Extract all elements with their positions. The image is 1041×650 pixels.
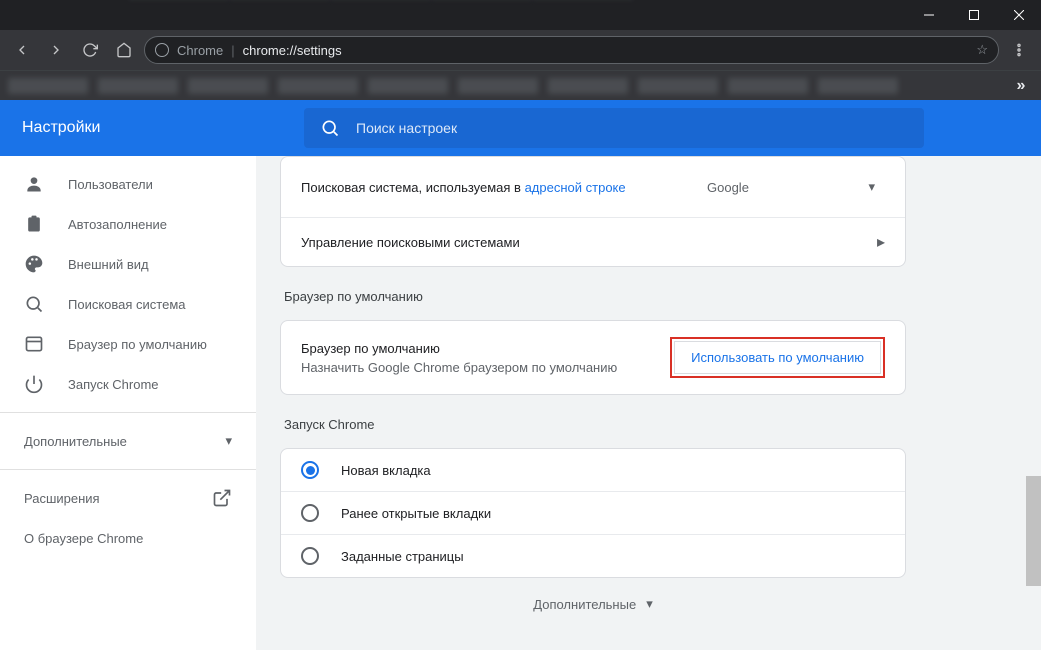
default-browser-card: Браузер по умолчанию Назначить Google Ch… bbox=[280, 320, 906, 395]
sidebar-label: Браузер по умолчанию bbox=[68, 337, 207, 352]
window-maximize-button[interactable] bbox=[951, 0, 996, 30]
startup-card: Новая вкладка Ранее открытые вкладки Зад… bbox=[280, 448, 906, 578]
address-bar[interactable]: Chrome | chrome://settings ☆ bbox=[144, 36, 999, 64]
settings-search[interactable] bbox=[304, 108, 924, 148]
reload-button[interactable] bbox=[76, 36, 104, 64]
advanced-toggle[interactable]: Дополнительные ▾ bbox=[280, 578, 906, 616]
radio-button[interactable] bbox=[301, 547, 319, 565]
bookmark-item[interactable] bbox=[278, 78, 358, 94]
radio-label: Новая вкладка bbox=[341, 463, 431, 478]
sidebar-separator bbox=[0, 412, 256, 413]
startup-option[interactable]: Заданные страницы bbox=[281, 534, 905, 577]
section-title-default-browser: Браузер по умолчанию bbox=[280, 267, 906, 320]
bookmarks-overflow[interactable]: » bbox=[1009, 77, 1033, 95]
search-engine-row: Поисковая система, используемая в адресн… bbox=[281, 157, 905, 217]
sidebar-label: Внешний вид bbox=[68, 257, 149, 272]
search-engine-card: Поисковая система, используемая в адресн… bbox=[280, 156, 906, 267]
chevron-down-icon: ▾ bbox=[225, 433, 232, 449]
home-button[interactable] bbox=[110, 36, 138, 64]
row-text: Поисковая система, используемая в адресн… bbox=[301, 180, 626, 195]
sidebar-label: Дополнительные bbox=[24, 434, 127, 449]
radio-button[interactable] bbox=[301, 461, 319, 479]
row-text: Управление поисковыми системами bbox=[301, 235, 520, 250]
search-icon bbox=[320, 118, 340, 138]
bookmark-item[interactable] bbox=[728, 78, 808, 94]
settings-header: Настройки bbox=[0, 100, 1041, 156]
bookmark-item[interactable] bbox=[638, 78, 718, 94]
sidebar-item-people[interactable]: Пользователи bbox=[0, 164, 256, 204]
bookmarks-bar: » bbox=[0, 70, 1041, 100]
row-title: Браузер по умолчанию bbox=[301, 341, 617, 356]
palette-icon bbox=[24, 254, 44, 274]
sidebar-item-default-browser[interactable]: Браузер по умолчанию bbox=[0, 324, 256, 364]
sidebar-label: О браузере Chrome bbox=[24, 531, 143, 546]
search-icon bbox=[24, 294, 44, 314]
address-bar-link[interactable]: адресной строке bbox=[525, 180, 626, 195]
back-button[interactable] bbox=[8, 36, 36, 64]
chrome-icon bbox=[155, 43, 169, 57]
bookmark-item[interactable] bbox=[818, 78, 898, 94]
browser-toolbar: Chrome | chrome://settings ☆ bbox=[0, 30, 1041, 70]
bookmark-item[interactable] bbox=[548, 78, 628, 94]
sidebar-label: Поисковая система bbox=[68, 297, 186, 312]
row-subtitle: Назначить Google Chrome браузером по умо… bbox=[301, 360, 617, 375]
sidebar-item-startup[interactable]: Запуск Chrome bbox=[0, 364, 256, 404]
chevron-down-icon: ▾ bbox=[868, 179, 875, 195]
window-titlebar: GeekHacker.ru × Настройки × + bbox=[0, 0, 1041, 30]
sidebar-separator bbox=[0, 469, 256, 470]
default-browser-row: Браузер по умолчанию Назначить Google Ch… bbox=[281, 321, 905, 394]
external-link-icon bbox=[212, 488, 232, 508]
window-close-button[interactable] bbox=[996, 0, 1041, 30]
bookmark-item[interactable] bbox=[8, 78, 88, 94]
scrollbar-thumb[interactable] bbox=[1026, 476, 1041, 586]
search-input[interactable] bbox=[356, 120, 908, 136]
chevron-down-icon: ▾ bbox=[646, 596, 653, 612]
sidebar-item-advanced[interactable]: Дополнительные ▾ bbox=[0, 421, 256, 461]
forward-button[interactable] bbox=[42, 36, 70, 64]
clipboard-icon bbox=[24, 214, 44, 234]
section-title-startup: Запуск Chrome bbox=[280, 395, 906, 448]
chevron-right-icon: ▸ bbox=[877, 232, 885, 252]
url-text: chrome://settings bbox=[243, 43, 342, 58]
sidebar-label: Запуск Chrome bbox=[68, 377, 159, 392]
settings-sidebar: Пользователи Автозаполнение Внешний вид … bbox=[0, 156, 256, 650]
sidebar-label: Расширения bbox=[24, 491, 100, 506]
settings-content: Поисковая система, используемая в адресн… bbox=[256, 156, 1041, 650]
radio-button[interactable] bbox=[301, 504, 319, 522]
make-default-button[interactable]: Использовать по умолчанию bbox=[674, 341, 881, 374]
radio-label: Заданные страницы bbox=[341, 549, 464, 564]
radio-label: Ранее открытые вкладки bbox=[341, 506, 491, 521]
person-icon bbox=[24, 174, 44, 194]
startup-option[interactable]: Новая вкладка bbox=[281, 449, 905, 491]
settings-page: Пользователи Автозаполнение Внешний вид … bbox=[0, 156, 1041, 650]
manage-search-engines-row[interactable]: Управление поисковыми системами ▸ bbox=[281, 217, 905, 266]
advanced-label: Дополнительные bbox=[533, 597, 636, 612]
power-icon bbox=[24, 374, 44, 394]
bookmark-item[interactable] bbox=[98, 78, 178, 94]
sidebar-label: Автозаполнение bbox=[68, 217, 167, 232]
star-icon[interactable]: ☆ bbox=[976, 42, 988, 58]
sidebar-item-extensions[interactable]: Расширения bbox=[0, 478, 256, 518]
bookmark-item[interactable] bbox=[188, 78, 268, 94]
select-value: Google bbox=[707, 180, 749, 195]
menu-button[interactable] bbox=[1005, 36, 1033, 64]
sidebar-item-appearance[interactable]: Внешний вид bbox=[0, 244, 256, 284]
sidebar-item-about[interactable]: О браузере Chrome bbox=[0, 518, 256, 558]
separator: | bbox=[231, 43, 234, 58]
bookmark-item[interactable] bbox=[368, 78, 448, 94]
browser-icon bbox=[24, 334, 44, 354]
sidebar-item-search[interactable]: Поисковая система bbox=[0, 284, 256, 324]
sidebar-label: Пользователи bbox=[68, 177, 153, 192]
page-title: Настройки bbox=[22, 119, 284, 137]
highlight-frame: Использовать по умолчанию bbox=[670, 337, 885, 378]
window-minimize-button[interactable] bbox=[906, 0, 951, 30]
startup-option[interactable]: Ранее открытые вкладки bbox=[281, 491, 905, 534]
search-engine-select[interactable]: Google ▾ bbox=[697, 171, 885, 203]
sidebar-item-autofill[interactable]: Автозаполнение bbox=[0, 204, 256, 244]
bookmark-item[interactable] bbox=[458, 78, 538, 94]
omnibox-label: Chrome bbox=[177, 43, 223, 58]
